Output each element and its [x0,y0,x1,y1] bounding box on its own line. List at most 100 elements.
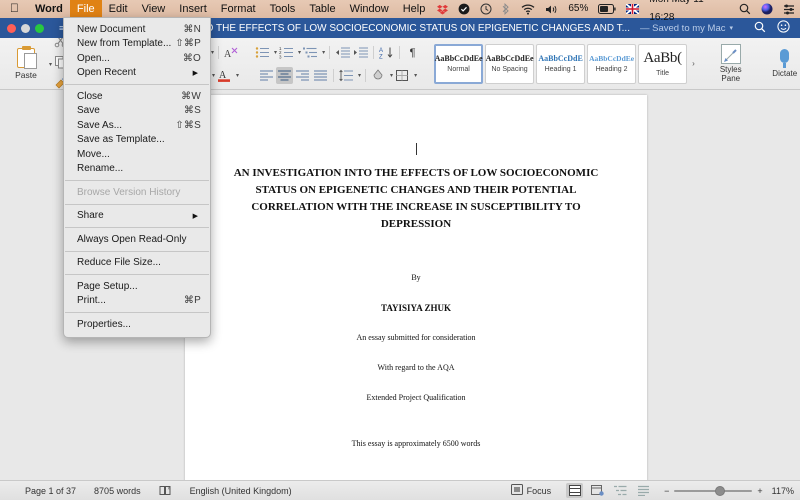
time-machine-icon[interactable] [475,0,497,18]
print-layout-view-button[interactable] [566,483,584,498]
numbering-chevron-down-icon[interactable]: ▾ [298,49,301,56]
zoom-slider-handle[interactable] [714,485,725,496]
paste-button[interactable]: Paste [5,40,47,88]
menu-item-browse-version-history: Browse Version History [64,185,210,200]
zoom-out-button[interactable]: − [664,486,669,496]
web-layout-view-button[interactable] [589,483,606,498]
menu-item-new-document[interactable]: New Document ⌘N [64,22,210,37]
proofing-errors-icon[interactable]: x [150,485,181,496]
menu-item-label: Share [77,210,104,222]
menu-format[interactable]: Format [214,0,263,18]
menu-item-print[interactable]: Print... ⌘P [64,294,210,309]
apple-logo-icon[interactable]:  [0,0,28,18]
menu-item-close[interactable]: Close ⌘W [64,89,210,104]
style-heading-1[interactable]: AaBbCcDdE Heading 1 [536,43,586,84]
style-preview: AaBbCcDdEe [485,54,534,63]
styles-more-button[interactable]: › [689,59,698,68]
maximize-window-button[interactable] [35,23,44,33]
shading-chevron-down-icon[interactable]: ▾ [390,72,393,79]
page-indicator[interactable]: Page 1 of 37 [0,486,85,496]
menu-word[interactable]: Word [28,0,70,18]
control-center-icon[interactable] [778,0,800,18]
checkmark-circle-icon[interactable] [453,0,475,18]
spotlight-search-icon[interactable] [734,0,756,18]
menu-item-move[interactable]: Move... [64,147,210,162]
decrease-indent-icon[interactable] [334,44,351,61]
shading-icon[interactable] [370,67,387,84]
font-color-icon[interactable]: A [216,67,233,84]
bulleted-list-icon[interactable] [254,44,271,61]
menu-edit[interactable]: Edit [102,0,135,18]
style-title[interactable]: AaBb( Title [638,43,688,84]
menu-tools[interactable]: Tools [263,0,303,18]
menu-item-save-as-template[interactable]: Save as Template... [64,133,210,148]
flag-icon[interactable] [621,0,644,18]
menu-help[interactable]: Help [396,0,433,18]
word-count[interactable]: 8705 words [85,486,150,496]
wifi-icon[interactable] [516,0,540,18]
volume-icon[interactable] [540,0,563,18]
multilevel-chevron-down-icon[interactable]: ▾ [322,49,325,56]
search-icon[interactable] [754,21,766,36]
clear-formatting-icon[interactable]: A [223,44,240,61]
styles-pane-button[interactable]: Styles Pane [711,40,751,88]
menu-item-shortcut: ⌘P [183,295,201,307]
menu-file[interactable]: File [69,0,102,18]
menu-item-always-open-read-only[interactable]: Always Open Read-Only [64,232,210,247]
dropbox-icon[interactable] [432,0,453,18]
sort-az-icon[interactable]: AZ [378,44,395,61]
menu-item-new-from-template[interactable]: New from Template... ⇧⌘P [64,37,210,52]
align-left-icon[interactable] [258,67,275,84]
dictate-button[interactable]: Dictate [765,40,800,88]
menu-item-share[interactable]: Share ▶ [64,209,210,224]
document-page[interactable]: AN INVESTIGATION INTO THE EFFECTS OF LOW… [185,95,647,480]
account-avatar-icon[interactable] [777,20,790,36]
close-window-button[interactable] [7,23,16,33]
menu-item-save[interactable]: Save ⌘S [64,104,210,119]
menu-table[interactable]: Table [302,0,342,18]
line-spacing-chevron-down-icon[interactable]: ▾ [358,72,361,79]
draft-view-button[interactable] [635,483,652,498]
zoom-in-button[interactable]: + [757,486,762,496]
borders-chevron-down-icon[interactable]: ▾ [414,72,417,79]
line-spacing-icon[interactable] [338,67,355,84]
menu-item-page-setup[interactable]: Page Setup... [64,279,210,294]
paste-clipboard-icon [17,46,37,69]
align-right-icon[interactable] [294,67,311,84]
language-indicator[interactable]: English (United Kingdom) [181,486,301,496]
minimize-window-button[interactable] [21,23,30,33]
align-justify-icon[interactable] [312,67,329,84]
highlight-chevron-down-icon[interactable]: ▾ [212,72,215,79]
style-heading-2[interactable]: AaBbCcDdEe Heading 2 [587,43,637,84]
battery-icon[interactable] [593,0,621,18]
focus-mode-button[interactable]: Focus [502,484,561,497]
numbered-list-icon[interactable]: 123 [278,44,295,61]
menu-item-reduce-file-size[interactable]: Reduce File Size... [64,256,210,271]
menu-item-save-as[interactable]: Save As... ⇧⌘S [64,118,210,133]
borders-icon[interactable] [394,67,411,84]
increase-indent-icon[interactable] [352,44,369,61]
menu-item-open-recent[interactable]: Open Recent ▶ [64,66,210,81]
menu-item-properties[interactable]: Properties... [64,317,210,332]
menu-item-label: New from Template... [77,38,172,50]
style-normal[interactable]: AaBbCcDdEe Normal [434,43,484,84]
zoom-level-label[interactable]: 117% [768,486,794,496]
font-color-chevron-down-icon[interactable]: ▾ [236,72,239,79]
bluetooth-icon[interactable] [497,0,516,18]
clock-label[interactable]: Mon May 11 16:28 [644,0,734,23]
bullets-chevron-down-icon[interactable]: ▾ [274,49,277,56]
dictate-label: Dictate [772,69,798,79]
change-case-chevron-down-icon[interactable]: ▾ [211,49,214,56]
multilevel-list-icon[interactable] [302,44,319,61]
paragraph-marks-icon[interactable]: ¶ [404,44,421,61]
outline-view-button[interactable] [612,483,629,498]
menu-insert[interactable]: Insert [172,0,214,18]
menu-item-open[interactable]: Open... ⌘O [64,51,210,66]
zoom-slider-track[interactable] [674,485,753,496]
style-no-spacing[interactable]: AaBbCcDdEe No Spacing [485,43,535,84]
align-center-icon[interactable] [276,67,294,84]
menu-window[interactable]: Window [343,0,396,18]
menu-view[interactable]: View [135,0,173,18]
menu-item-rename[interactable]: Rename... [64,162,210,177]
siri-icon[interactable] [756,0,778,18]
